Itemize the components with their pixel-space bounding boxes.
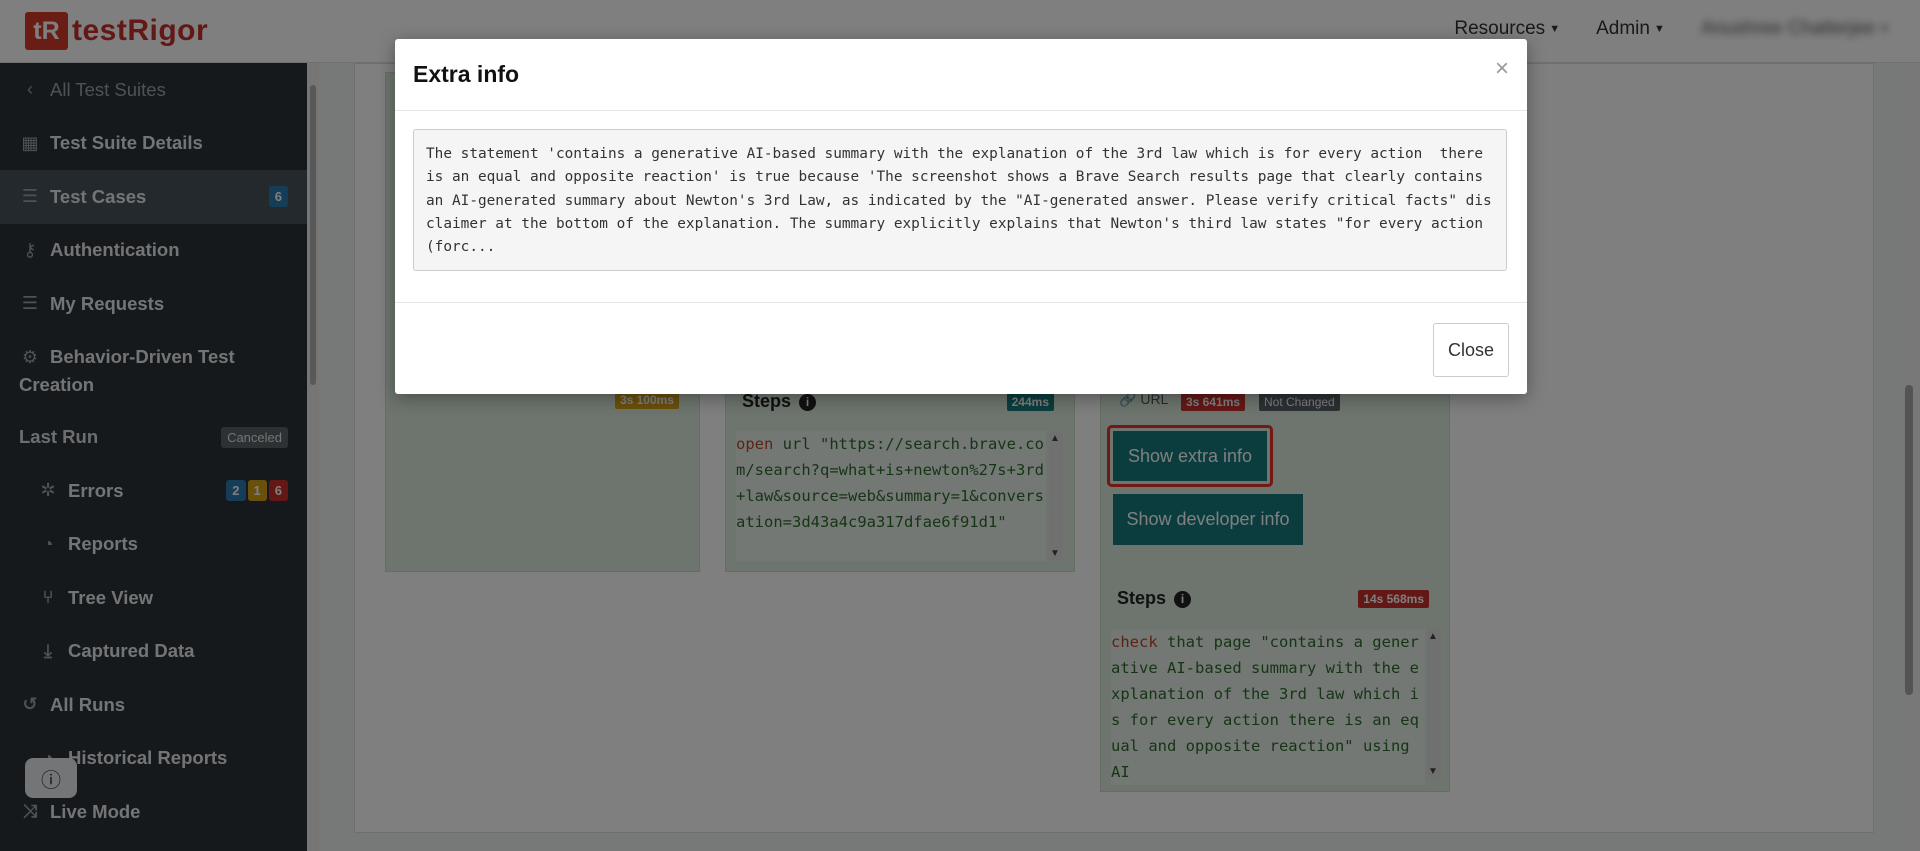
close-button[interactable]: Close: [1433, 323, 1509, 377]
extra-info-text: The statement 'contains a generative AI-…: [413, 129, 1507, 271]
modal-header: Extra info ×: [395, 39, 1527, 111]
modal-footer: Close: [395, 302, 1527, 394]
extra-info-modal: Extra info × The statement 'contains a g…: [395, 39, 1527, 394]
modal-title: Extra info: [413, 61, 520, 87]
close-icon[interactable]: ×: [1495, 55, 1509, 83]
